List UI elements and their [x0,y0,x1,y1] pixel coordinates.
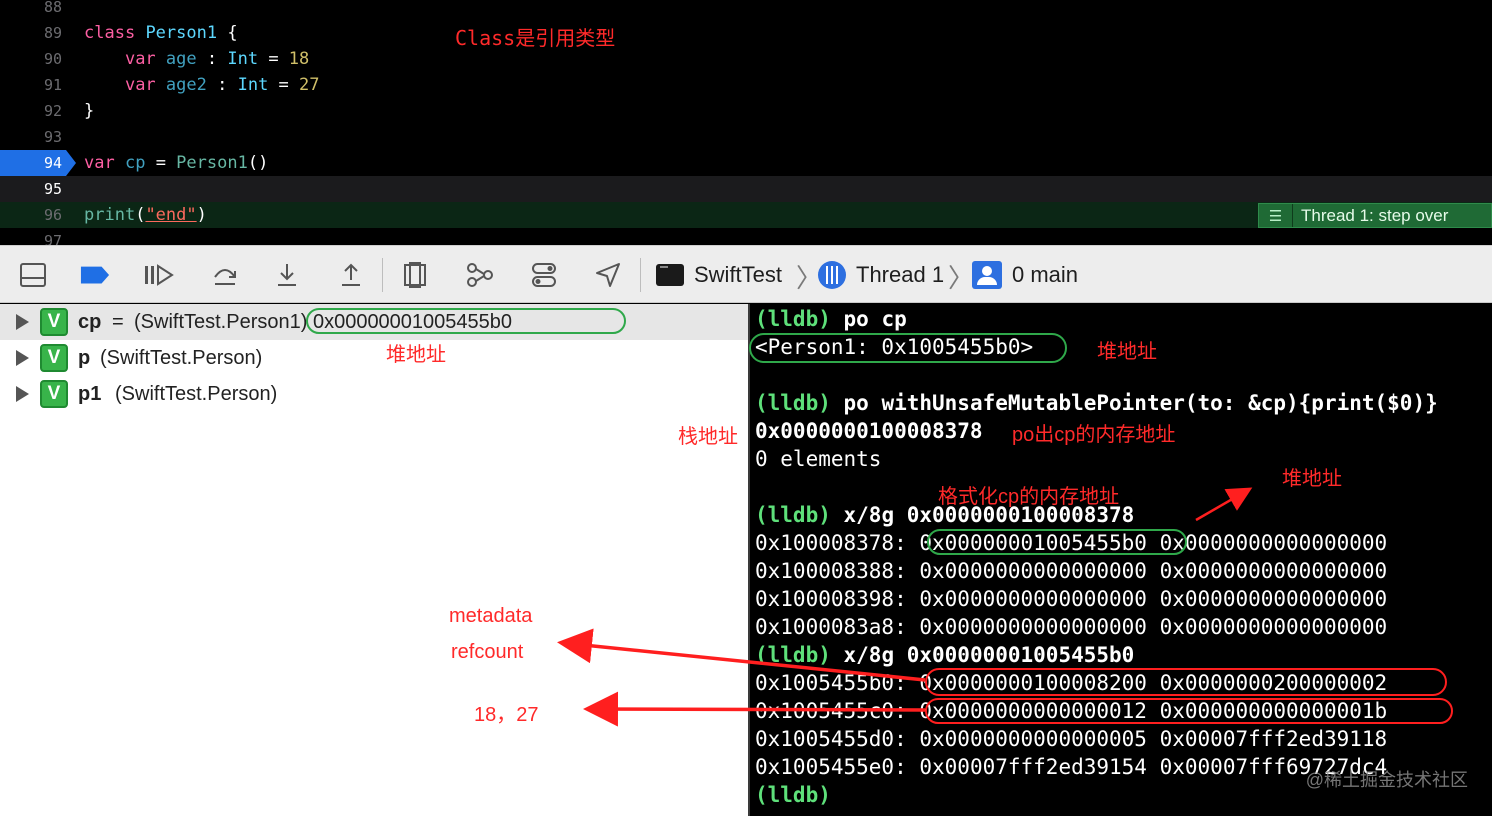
thread-status-pill[interactable]: ☰ Thread 1: step over [1258,203,1492,228]
disclosure-triangle-icon[interactable] [16,386,29,402]
line-number: 88 [43,0,62,16]
heap-address-label: 堆地址 [386,344,446,366]
console-line: 0 elements [755,447,882,471]
disclosure-triangle-icon[interactable] [16,314,29,330]
step-out-icon[interactable] [336,260,366,290]
code-text: var cp = Person1() [84,153,269,173]
lldb-console[interactable]: (lldb) po cp <Person1: 0x1005455b0> (lld… [750,304,1492,816]
memory-row: 0x1005455b0: 0x0000000100008200 0x000000… [755,671,1388,695]
hide-debug-area-icon[interactable] [18,260,48,290]
console-line: (lldb) po withUnsafeMutablePointer(to: &… [755,391,1438,415]
breadcrumb-frame-label: 0 main [1012,262,1079,287]
step-into-icon[interactable] [272,260,302,290]
memory-row: 0x100008378: 0x00000001005455b0 0x000000… [755,531,1388,555]
code-line[interactable]: 97 [0,228,1492,245]
thread-status-label: Thread 1: step over [1301,205,1449,225]
memory-row: 0x100008388: 0x0000000000000000 0x000000… [755,559,1388,583]
memory-graph-icon[interactable] [465,260,495,290]
variable-equals: = [112,310,124,333]
code-line[interactable]: 93 [0,124,1492,150]
console-line: (lldb) x/8g 0x00000001005455b0 [755,643,1135,667]
breadcrumb-thread-label: Thread 1 [856,262,945,287]
code-text: } [84,101,95,121]
variable-badge-icon: V [40,344,68,372]
code-line[interactable]: 92} [0,98,1492,124]
line-number: 91 [43,76,62,94]
memory-row: 0x1005455c0: 0x0000000000000012 0x000000… [755,699,1388,723]
breadcrumb-frame[interactable]: 0 main [972,246,1078,304]
breadcrumb-thread[interactable]: Thread 1 [818,246,944,304]
metadata-label: metadata [449,605,533,627]
stack-address-label: 栈地址 [678,426,738,448]
code-line[interactable]: 89 class Person1 { [0,20,1492,46]
line-number: 97 [43,232,62,245]
variable-type-value: (SwiftTest.Person) [115,382,278,405]
breadcrumb-target-label: SwiftTest [694,262,783,287]
code-editor[interactable]: 88 89 class Person1 { 90 var age : Int = 18… [0,0,1492,245]
line-number: 93 [43,128,62,146]
code-line[interactable]: 91 var age2 : Int = 27 [0,72,1492,98]
code-line[interactable]: 94 var cp = Person1() [0,150,1492,176]
values-label: 18，27 [474,704,539,726]
code-text: var age2 : Int = 27 [124,75,320,95]
user-frame-icon [972,261,1002,289]
memory-row: 0x1005455d0: 0x0000000000000005 0x00007f… [755,727,1388,751]
watermark: @稀土掘金技术社区 [1305,770,1468,790]
breadcrumb-target[interactable]: SwiftTest [656,246,782,304]
line-number: 94 [43,154,62,172]
line-number: 92 [43,102,62,120]
console-line: 0x0000000100008378 [755,419,983,443]
toolbar-divider [640,258,641,292]
toolbar-divider [382,258,383,292]
variable-badge-icon: V [40,380,68,408]
variable-type-value: (SwiftTest.Person1) 0x00000001005455b0 [134,310,513,333]
code-text: print("end") [84,205,207,225]
simulate-location-icon[interactable] [593,260,623,290]
line-number: 96 [43,206,62,224]
line-number: 95 [43,180,62,198]
terminal-icon [656,264,684,286]
continue-icon[interactable] [144,260,174,290]
variable-row-p[interactable]: V p (SwiftTest.Person) [0,340,748,376]
variable-type-value: (SwiftTest.Person) [100,346,263,369]
line-number: 90 [43,50,62,68]
line-number: 89 [43,24,62,42]
reference-type-annotation: Class是引用类型 [455,26,616,50]
view-hierarchy-icon[interactable] [400,260,430,290]
console-line: (lldb) po cp [755,307,907,331]
variable-row-cp[interactable]: V cp = (SwiftTest.Person1) 0x00000001005… [0,304,748,340]
code-line[interactable]: 88 [0,0,1492,20]
chevron-right-icon: 〉 [948,263,975,293]
code-line[interactable]: 95 [0,176,1492,202]
code-text: class Person1 { [84,23,238,43]
heap-address-label: 堆地址 [1097,341,1157,363]
format-note: 格式化cp的内存地址 [938,486,1120,508]
thread-icon [818,261,846,289]
variable-name: cp [78,310,102,333]
disclosure-triangle-icon[interactable] [16,350,29,366]
breakpoints-toggle-icon[interactable] [80,260,110,290]
refcount-label: refcount [451,641,524,663]
heap-address-arrow-label: 堆地址 [1282,468,1342,490]
memory-row: 0x100008398: 0x0000000000000000 0x000000… [755,587,1388,611]
po-output-note: po出cp的内存地址 [1012,424,1176,446]
memory-row: 0x1000083a8: 0x0000000000000000 0x000000… [755,615,1388,639]
memory-row: 0x1005455e0: 0x00007fff2ed39154 0x00007f… [755,755,1388,779]
list-icon: ☰ [1259,204,1293,227]
console-line: <Person1: 0x1005455b0> [755,335,1034,359]
variable-name: p1 [78,382,102,405]
variables-view[interactable]: V cp = (SwiftTest.Person1) 0x00000001005… [0,304,748,816]
variable-row-p1[interactable]: V p1 (SwiftTest.Person) [0,376,748,412]
variable-name: p [78,346,91,369]
code-line[interactable]: 90 var age : Int = 18 [0,46,1492,72]
code-text: var age : Int = 18 [124,49,310,69]
step-over-icon[interactable] [210,260,240,290]
variable-badge-icon: V [40,308,68,336]
environment-overrides-icon[interactable] [529,260,559,290]
console-line: (lldb) [755,783,831,807]
debug-toolbar: SwiftTest 〉 Thread 1 〉 0 main [0,245,1492,303]
